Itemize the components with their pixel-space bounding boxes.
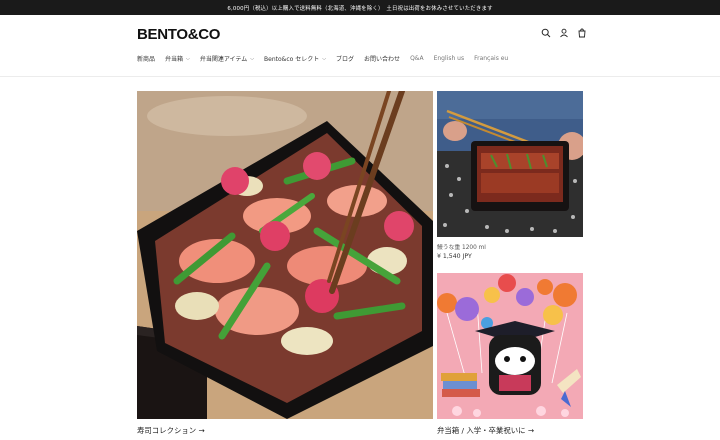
nav-item-contact[interactable]: お問い合わせ: [364, 54, 400, 63]
main-navigation: 新商品 弁当箱 ⌵ 弁当関連アイテム ⌵ Bento&co セレクト ⌵ ブログ お問…: [137, 54, 508, 63]
chevron-down-icon: ⌵: [186, 55, 190, 62]
main-feature-caption[interactable]: 寿司コレクション →: [137, 425, 205, 436]
product-price: ¥ 1,540 JPY: [437, 253, 472, 260]
side-feature-image[interactable]: [437, 273, 583, 419]
nav-item-bento-accessories[interactable]: 弁当関連アイテム ⌵: [200, 54, 255, 64]
site-header: BENTO&CO 新商品 弁当箱 ⌵ 弁当関連アイテム ⌵ Bento&co セレク…: [0, 15, 720, 77]
nav-item-select[interactable]: Bento&co セレクト ⌵: [264, 54, 327, 64]
nav-item-english[interactable]: English us: [434, 55, 465, 62]
search-icon[interactable]: [541, 28, 551, 38]
cart-icon[interactable]: [577, 28, 587, 38]
header-icons: [541, 28, 587, 38]
announcement-bar: 6,000円（税込）以上購入で送料無料（北海道、沖縄を除く） 土日祝は出荷をお休…: [0, 0, 720, 15]
account-icon[interactable]: [559, 28, 569, 38]
product-image[interactable]: [437, 91, 583, 237]
nav-item-blog[interactable]: ブログ: [336, 54, 354, 63]
nav-item-new[interactable]: 新商品: [137, 54, 155, 63]
announcement-text: 6,000円（税込）以上購入で送料無料（北海道、沖縄を除く） 土日祝は出荷をお休…: [227, 5, 493, 12]
brand-logo[interactable]: BENTO&CO: [137, 26, 220, 43]
main-feature-image[interactable]: [137, 91, 433, 419]
product-name[interactable]: 鰻うな重 1200 ml: [437, 242, 486, 251]
chevron-down-icon: ⌵: [322, 55, 327, 62]
side-feature-caption[interactable]: 弁当箱 / 入学・卒業祝いに →: [437, 425, 534, 436]
nav-item-french[interactable]: Français eu: [474, 55, 508, 62]
chevron-down-icon: ⌵: [250, 55, 255, 62]
nav-item-faq[interactable]: Q&A: [410, 55, 424, 62]
nav-item-bento-boxes[interactable]: 弁当箱 ⌵: [165, 54, 190, 64]
